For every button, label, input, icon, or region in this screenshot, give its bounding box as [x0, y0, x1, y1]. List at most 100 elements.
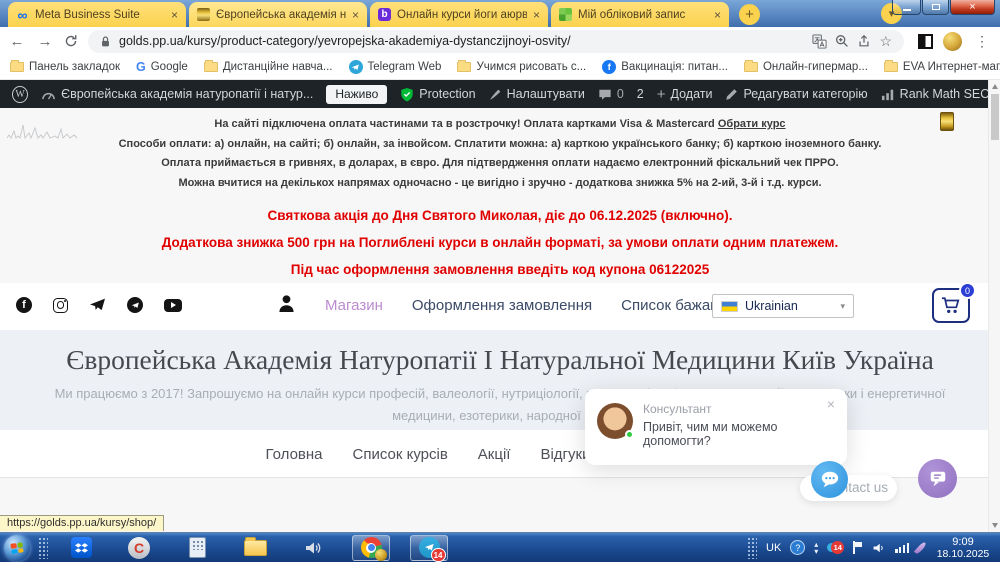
bookmark-item[interactable]: Учимся рисовать с...	[457, 60, 586, 73]
b-favicon: b	[378, 8, 391, 21]
volume-mixer-taskbar-button[interactable]	[294, 535, 332, 561]
bookmark-item[interactable]: f Вакцинація: питан...	[602, 60, 728, 74]
site-title: Європейська Академія Натуропатії І Натур…	[66, 344, 934, 375]
chat-launcher-blue-button[interactable]	[811, 461, 848, 498]
account-icon[interactable]	[278, 294, 295, 318]
language-select[interactable]: Ukrainian ▾	[712, 294, 854, 318]
tab-academy-active[interactable]: Європейська академія натуроп ×	[189, 2, 367, 27]
bookmark-item[interactable]: Панель закладок	[10, 60, 120, 73]
comments-menu[interactable]: 0	[598, 87, 624, 101]
nav-link-reviews[interactable]: Відгуки	[540, 446, 590, 463]
updates-count[interactable]: 2	[637, 87, 644, 101]
facebook-icon[interactable]: f	[16, 297, 32, 313]
bookmark-item[interactable]: Telegram Web	[348, 60, 441, 74]
network-signal-icon[interactable]	[895, 542, 909, 553]
telegram-taskbar-button[interactable]: 14	[410, 534, 448, 562]
gold-badge-icon[interactable]	[940, 112, 954, 131]
tray-separator	[747, 536, 758, 559]
youtube-icon[interactable]	[164, 298, 182, 312]
rank-math-menu[interactable]: Rank Math SEO	[881, 87, 990, 101]
back-button[interactable]: ←	[8, 33, 26, 50]
bookmark-label: Онлайн-гипермар...	[762, 61, 868, 73]
nav-link-home[interactable]: Головна	[266, 446, 323, 463]
add-new-menu[interactable]: + Додати	[657, 86, 713, 103]
show-hidden-icons-button[interactable]: ▴ ▾	[814, 540, 819, 556]
calculator-taskbar-button[interactable]	[178, 535, 216, 561]
menu-link-shop[interactable]: Магазин	[325, 297, 383, 314]
choose-course-link[interactable]: Обрати курс	[718, 118, 786, 130]
edit-category-label: Редагувати категорію	[743, 87, 868, 101]
menu-link-checkout[interactable]: Оформлення замовлення	[412, 297, 592, 314]
tab-close-icon[interactable]: ×	[533, 8, 540, 22]
start-button[interactable]	[4, 534, 30, 561]
edit-category-menu[interactable]: Редагувати категорію	[725, 87, 868, 101]
translate-icon	[812, 33, 827, 49]
action-center-flag-icon[interactable]	[853, 541, 863, 554]
bookmark-item[interactable]: G Google	[136, 60, 188, 74]
new-tab-button[interactable]: +	[739, 4, 760, 25]
chat-close-button[interactable]: ×	[827, 396, 835, 412]
chat-popup[interactable]: Консультант Привіт, чим ми можемо допомо…	[585, 389, 847, 465]
ccleaner-taskbar-button[interactable]: C	[120, 535, 158, 561]
dropbox-taskbar-button[interactable]	[62, 535, 100, 561]
maximize-button[interactable]	[922, 0, 949, 15]
url-text[interactable]: golds.pp.ua/kursy/product-category/yevro…	[119, 34, 804, 48]
tab-close-icon[interactable]: ×	[171, 8, 178, 22]
cart-button[interactable]: 0	[932, 282, 976, 323]
scroll-down-arrow[interactable]	[991, 523, 998, 528]
chat-launcher-purple-button[interactable]	[918, 459, 957, 498]
live-preview-button[interactable]: Наживо	[326, 84, 388, 104]
browser-menu-button[interactable]: ⋮	[972, 33, 992, 50]
customize-menu[interactable]: Налаштувати	[489, 87, 585, 101]
promo-line: Святкова акція до Дня Святого Миколая, д…	[267, 208, 733, 223]
bookmark-label: EVA Интернет-маг...	[902, 61, 1000, 73]
forward-button[interactable]: →	[36, 33, 54, 50]
page-scrollbar[interactable]	[988, 80, 1000, 532]
help-tray-icon[interactable]: ?	[790, 540, 806, 555]
telegram-circle-icon[interactable]	[127, 297, 143, 313]
telegram-tray-icon[interactable]: 14	[827, 540, 845, 556]
scroll-up-arrow[interactable]	[991, 84, 998, 89]
nav-link-promos[interactable]: Акції	[478, 446, 511, 463]
telegram-plane-icon[interactable]	[89, 298, 106, 313]
translate-button[interactable]	[812, 33, 827, 49]
scrollbar-thumb[interactable]	[990, 94, 999, 140]
protection-menu[interactable]: Protection	[400, 87, 476, 102]
bookmark-star-button[interactable]: ☆	[879, 33, 892, 50]
language-indicator[interactable]: UK	[766, 542, 781, 554]
bookmark-item[interactable]: Онлайн-гипермар...	[743, 60, 868, 73]
volume-tray-icon[interactable]	[872, 541, 886, 555]
instagram-icon[interactable]	[53, 297, 68, 313]
bookmark-label: Панель закладок	[29, 61, 120, 73]
tab-yoga-courses[interactable]: b Онлайн курси йоги аюрведи тр ×	[370, 2, 548, 27]
tagline-line: медицини, езотерики, народної мед	[392, 407, 608, 423]
admin-site-menu[interactable]: Європейська академія натуропатії і натур…	[41, 87, 313, 101]
feather-tray-icon[interactable]	[913, 540, 928, 555]
bookmark-item[interactable]: EVA Интернет-маг...	[883, 60, 1000, 73]
social-links: f	[16, 297, 182, 313]
tab-my-account[interactable]: Мій обліковий запис ×	[551, 2, 729, 27]
customize-label: Налаштувати	[506, 87, 585, 101]
profile-avatar[interactable]	[943, 31, 962, 51]
menu-link-wishlist[interactable]: Список бажань	[621, 297, 726, 314]
explorer-taskbar-button[interactable]	[236, 535, 274, 561]
taskbar-clock[interactable]: 9:09 18.10.2025	[932, 536, 994, 560]
zoom-button[interactable]	[835, 34, 849, 48]
chat-message: Привіт, чим ми можемо допомогти?	[643, 420, 778, 448]
omnibox[interactable]: golds.pp.ua/kursy/product-category/yevro…	[88, 29, 904, 53]
tray-time: 9:09	[952, 535, 974, 548]
window-close-button[interactable]: ×	[950, 0, 995, 15]
shield-icon	[401, 87, 413, 101]
tab-close-icon[interactable]: ×	[352, 8, 359, 22]
tab-close-icon[interactable]: ×	[714, 8, 721, 22]
bookmark-item[interactable]: Дистанційне навча...	[203, 60, 333, 73]
tab-meta-business-suite[interactable]: ∞ Meta Business Suite ×	[8, 2, 186, 27]
chrome-taskbar-button[interactable]	[352, 534, 390, 561]
nav-link-courses[interactable]: Список курсів	[353, 446, 448, 463]
share-button[interactable]	[857, 34, 871, 48]
refresh-button[interactable]	[64, 34, 78, 48]
minimize-button[interactable]	[892, 0, 921, 15]
extension-icon[interactable]	[918, 33, 933, 49]
wordpress-logo-icon[interactable]: W	[12, 85, 29, 103]
down-arrow-icon: ▾	[814, 546, 819, 556]
